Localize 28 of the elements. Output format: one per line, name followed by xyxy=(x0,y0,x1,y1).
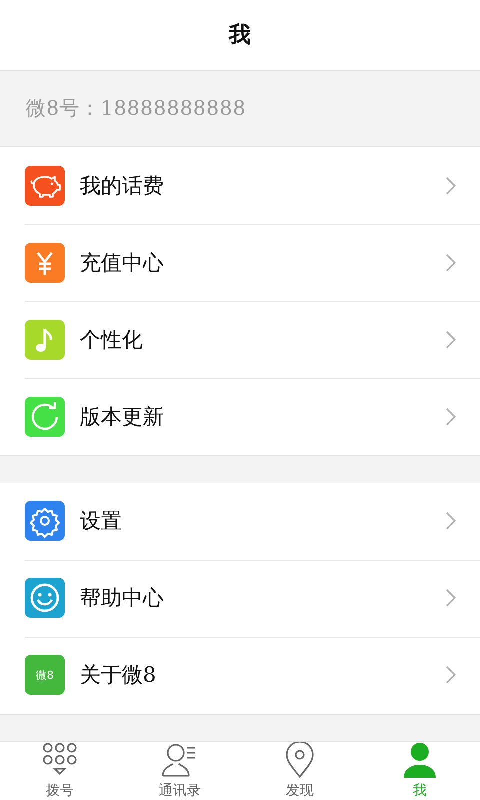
chevron-icon xyxy=(446,330,456,349)
tab[interactable]: 拨号 xyxy=(0,742,120,800)
account-number: 微8号：18888888888 xyxy=(26,94,246,122)
tab[interactable]: 发现 xyxy=(240,742,360,800)
chevron-icon xyxy=(446,589,456,608)
chevron-icon xyxy=(446,176,456,195)
menu-label: 个性化 xyxy=(80,326,144,354)
chevron-icon xyxy=(446,512,456,530)
menu-label: 我的话费 xyxy=(80,172,165,200)
dialpad-icon xyxy=(40,742,80,778)
menu-item[interactable]: 设置 xyxy=(0,482,480,560)
chevron-icon xyxy=(446,666,456,684)
menu-item[interactable]: 微8 关于微8 xyxy=(0,636,480,714)
chevron-icon xyxy=(446,408,456,426)
menu-label: 帮助中心 xyxy=(80,585,165,612)
tab[interactable]: 通讯录 xyxy=(120,742,240,800)
menu-label: 关于微8 xyxy=(80,662,158,690)
menu-label: 版本更新 xyxy=(80,404,165,431)
page-title: 我 xyxy=(229,20,251,50)
menu-item[interactable]: 我的话费 xyxy=(0,147,480,224)
menu-item[interactable]: 版本更新 xyxy=(0,378,480,456)
menu-item[interactable]: 充值中心 xyxy=(0,224,480,302)
menu-label: 充值中心 xyxy=(80,250,165,277)
menu-item[interactable]: 帮助中心 xyxy=(0,560,480,637)
app-logo-icon: 微8 xyxy=(25,655,65,696)
chevron-icon xyxy=(446,254,456,272)
menu-label: 设置 xyxy=(80,508,123,536)
menu-item[interactable]: 个性化 xyxy=(0,301,480,378)
